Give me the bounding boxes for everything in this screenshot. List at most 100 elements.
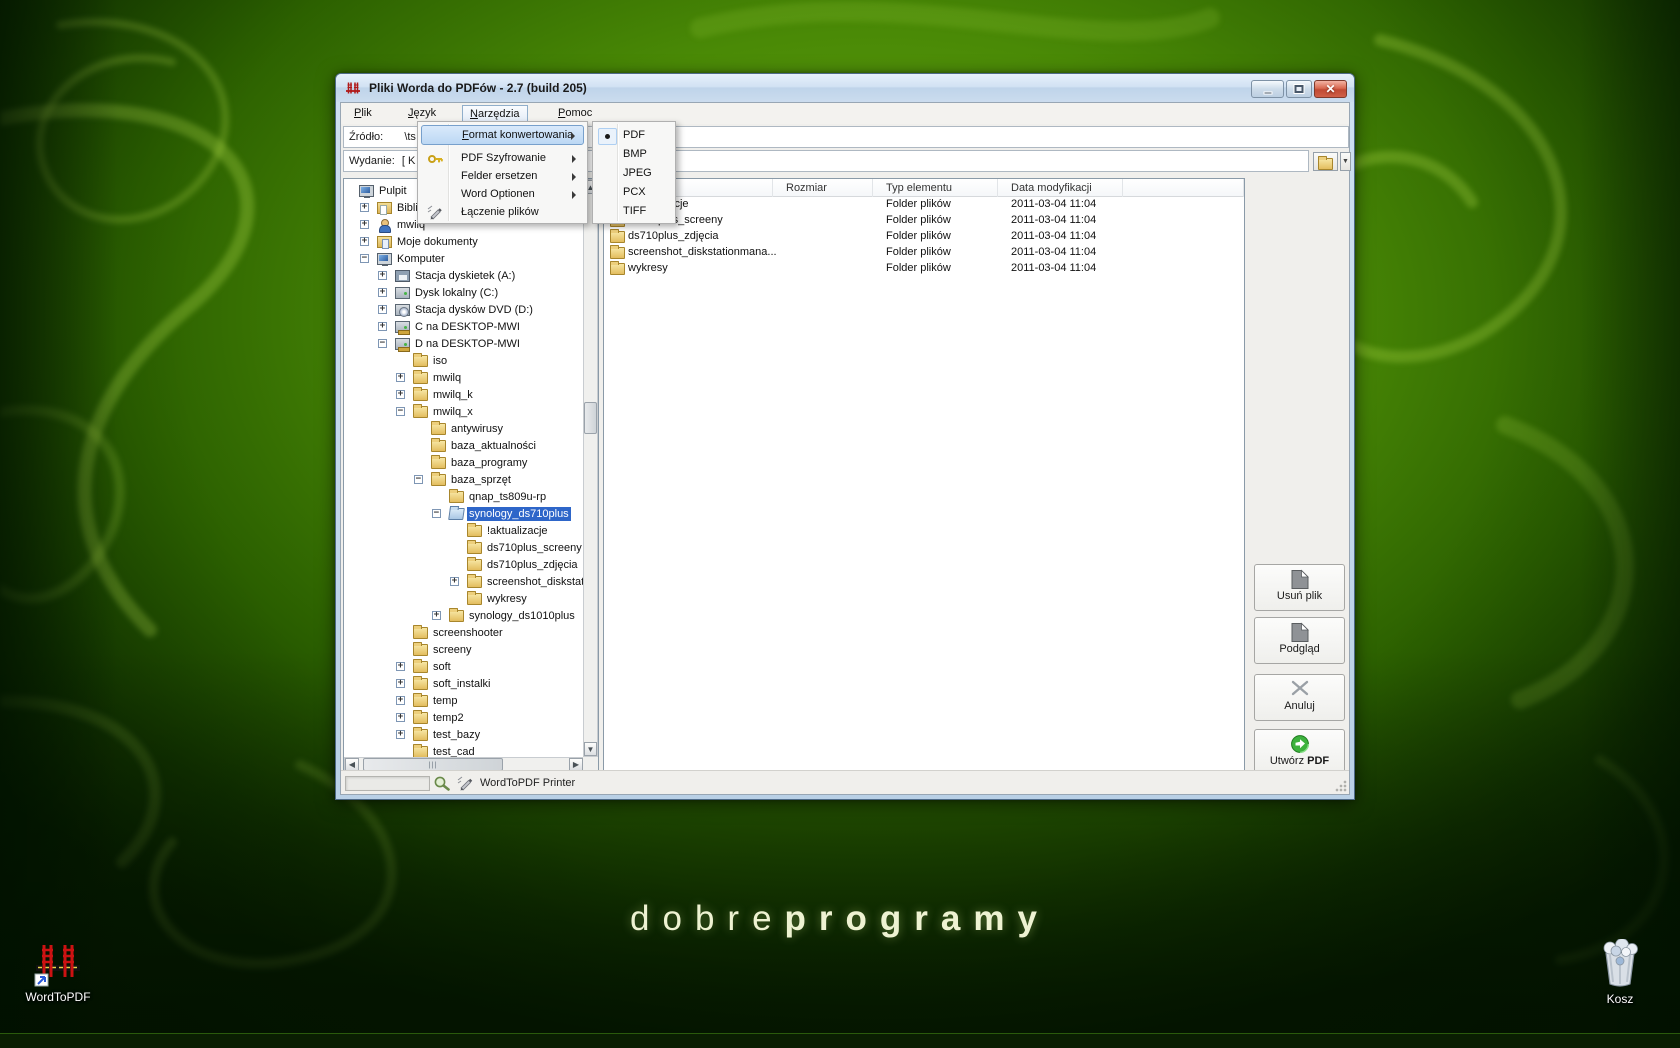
file-list-row[interactable]: screenshot_diskstationmana...Folder plik…	[604, 245, 1244, 261]
action-button-usu-plik[interactable]: Usuń plik	[1254, 564, 1345, 611]
maximize-button[interactable]	[1286, 80, 1312, 98]
edition-dropdown-button[interactable]: ▼	[1340, 152, 1351, 171]
tree-expand-toggle[interactable]: +	[450, 577, 459, 586]
desktop-icon-kosz[interactable]: Kosz	[1584, 939, 1656, 1006]
tree-expand-toggle[interactable]: +	[360, 237, 369, 246]
list-column-header[interactable]: Rozmiar	[773, 179, 873, 197]
browse-folder-button[interactable]	[1313, 152, 1338, 171]
list-column-header[interactable]: Data modyfikacji	[998, 179, 1123, 197]
tree-item[interactable]: +mwilq_k	[344, 387, 599, 403]
tree-expand-toggle[interactable]: +	[396, 679, 405, 688]
action-button-utw-rz-pdf[interactable]: Utwórz PDF	[1254, 729, 1345, 776]
file-list-row[interactable]: wykresyFolder plików2011-03-04 11:04	[604, 261, 1244, 277]
tree-item[interactable]: +test_bazy	[344, 727, 599, 743]
tree-expand-toggle[interactable]: +	[396, 730, 405, 739]
tree-expand-toggle[interactable]: +	[396, 373, 405, 382]
tree-item[interactable]: antywirusy	[344, 421, 599, 437]
radio-dot	[605, 134, 610, 139]
submenu-item-pcx[interactable]: PCX	[596, 183, 672, 203]
menu-item-word-optionen[interactable]: Word Optionen	[421, 185, 584, 205]
tree-item[interactable]: baza_aktualności	[344, 438, 599, 454]
tree-expand-toggle[interactable]: +	[378, 305, 387, 314]
submenu-item-bmp[interactable]: BMP	[596, 145, 672, 165]
tree-expand-toggle[interactable]: −	[432, 509, 441, 518]
tree-item[interactable]: + C na DESKTOP-MWI	[344, 319, 599, 335]
tree-item[interactable]: baza_programy	[344, 455, 599, 471]
action-button-anuluj[interactable]: Anuluj	[1254, 674, 1345, 721]
tree-item[interactable]: qnap_ts809u-rp	[344, 489, 599, 505]
tree-vertical-scrollbar[interactable]: ▲ ▼	[583, 179, 598, 757]
tree-item[interactable]: −Komputer	[344, 251, 599, 267]
tree-item-label: C na DESKTOP-MWI	[413, 320, 522, 334]
tree-expand-toggle[interactable]: +	[360, 220, 369, 229]
submenu-item-jpeg[interactable]: JPEG	[596, 164, 672, 184]
tree-expand-toggle[interactable]: −	[360, 254, 369, 263]
menu-item-pdf-szyfrowanie[interactable]: PDF Szyfrowanie	[421, 149, 584, 169]
tree-expand-toggle[interactable]: +	[378, 288, 387, 297]
tree-expand-toggle[interactable]: −	[414, 475, 423, 484]
tree-item-label: mwilq_x	[431, 405, 475, 419]
tree-item[interactable]: +Dysk lokalny (C:)	[344, 285, 599, 301]
file-list-row[interactable]: !aktualizacjeFolder plików2011-03-04 11:…	[604, 197, 1244, 213]
tree-item[interactable]: ds710plus_zdjęcia	[344, 557, 599, 573]
document-icon	[1255, 569, 1344, 590]
tree-item[interactable]: +Stacja dyskietek (A:)	[344, 268, 599, 284]
file-list-row[interactable]: ds710plus_screenyFolder plików2011-03-04…	[604, 213, 1244, 229]
list-column-header[interactable]	[1123, 179, 1244, 197]
tree-expand-toggle[interactable]: +	[360, 203, 369, 212]
resize-grip[interactable]	[1335, 780, 1347, 792]
file-name: wykresy	[628, 262, 668, 274]
desktop-icon-wordtopdf[interactable]: WordToPDF	[14, 941, 102, 1004]
tree-item[interactable]: !aktualizacje	[344, 523, 599, 539]
submenu-item-pdf[interactable]: PDF	[596, 126, 672, 146]
minimize-button[interactable]	[1251, 80, 1284, 98]
tree-expand-toggle[interactable]: +	[396, 713, 405, 722]
menu-item-łączenie-plików[interactable]: Łączenie plików	[421, 203, 584, 223]
submenu-item-tiff[interactable]: TIFF	[596, 202, 672, 222]
tree-item[interactable]: + soft_instalki	[344, 676, 599, 692]
magnifier-icon[interactable]	[433, 775, 452, 797]
menubar-item-narzędzia[interactable]: Narzędzia	[462, 105, 528, 122]
close-button[interactable]: ✕	[1314, 80, 1347, 98]
tree-item[interactable]: − mwilq_x	[344, 404, 599, 420]
tree-item[interactable]: +Moje dokumenty	[344, 234, 599, 250]
tree-item[interactable]: +temp2	[344, 710, 599, 726]
tree-expand-toggle[interactable]: +	[396, 696, 405, 705]
floppy-icon	[395, 270, 410, 282]
tree-item-label: soft_instalki	[431, 677, 492, 691]
tree-expand-toggle[interactable]: −	[396, 407, 405, 416]
menubar-item-pomoc[interactable]: Pomoc	[551, 105, 599, 122]
sign-pen-icon[interactable]	[457, 775, 475, 797]
tree-item[interactable]: +synology_ds1010plus	[344, 608, 599, 624]
file-list-row[interactable]: ds710plus_zdjęciaFolder plików2011-03-04…	[604, 229, 1244, 245]
tree-item[interactable]: +Stacja dysków DVD (D:)	[344, 302, 599, 318]
edition-label: Wydanie:	[349, 155, 395, 167]
menu-item-format-konwertowania[interactable]: Format konwertowania	[421, 125, 584, 145]
tree-item[interactable]: −synology_ds710plus	[344, 506, 599, 522]
tree-item[interactable]: +mwilq	[344, 370, 599, 386]
window-titlebar[interactable]: Pliki Worda do PDFów - 2.7 (build 205) ✕	[336, 74, 1354, 102]
folder-icon	[431, 423, 446, 435]
tree-item[interactable]: −D na DESKTOP-MWI	[344, 336, 599, 352]
menu-item-felder-ersetzen[interactable]: Felder ersetzen	[421, 167, 584, 187]
tree-item[interactable]: wykresy	[344, 591, 599, 607]
tree-expand-toggle[interactable]: +	[378, 322, 387, 331]
tree-expand-toggle[interactable]: +	[432, 611, 441, 620]
tree-item[interactable]: screenshooter	[344, 625, 599, 641]
tree-item[interactable]: ds710plus_screeny	[344, 540, 599, 556]
tree-expand-toggle[interactable]: +	[378, 271, 387, 280]
menubar-item-język[interactable]: Język	[401, 105, 443, 122]
tree-item[interactable]: screeny	[344, 642, 599, 658]
tree-expand-toggle[interactable]: −	[378, 339, 387, 348]
action-button-podgl-d[interactable]: Podgląd	[1254, 617, 1345, 664]
tree-expand-toggle[interactable]: +	[396, 662, 405, 671]
submenu-item-label: BMP	[623, 148, 647, 160]
tree-item[interactable]: iso	[344, 353, 599, 369]
list-column-header[interactable]: Typ elementu	[873, 179, 998, 197]
tree-item[interactable]: −baza_sprzęt	[344, 472, 599, 488]
tree-item[interactable]: +soft	[344, 659, 599, 675]
tree-item[interactable]: +screenshot_diskstationmana...	[344, 574, 599, 590]
tree-item[interactable]: +temp	[344, 693, 599, 709]
menubar-item-plik[interactable]: Plik	[347, 105, 379, 122]
tree-expand-toggle[interactable]: +	[396, 390, 405, 399]
